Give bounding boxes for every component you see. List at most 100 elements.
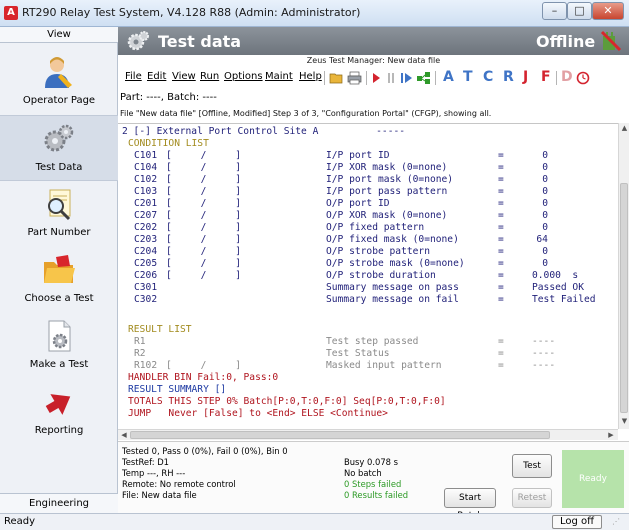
row-description: O/P strobe mask (0=none) <box>326 258 465 269</box>
menu-maint[interactable]: Maint <box>265 71 293 82</box>
menu-view[interactable]: View <box>172 71 196 82</box>
horizontal-scrollbar[interactable]: ◀ ▶ <box>118 429 618 440</box>
row-value: 0.000 s <box>532 270 579 281</box>
print-icon[interactable] <box>347 71 362 85</box>
row-value: ---- <box>532 348 556 359</box>
network-icon[interactable] <box>416 71 431 85</box>
scroll-down-icon[interactable]: ▼ <box>620 417 629 427</box>
clock-icon[interactable] <box>576 71 590 85</box>
step-header-line: 2 [-] External Port Control Site A ----- <box>122 126 406 137</box>
start-batch-button[interactable]: Start Batch <box>444 488 496 521</box>
row-id: C205 <box>134 258 158 269</box>
row-equals: = <box>498 246 504 257</box>
window-titlebar: A RT290 Relay Test System, V4.128 R88 (A… <box>0 0 629 27</box>
sidebar-item-choose-a-test[interactable]: Choose a Test <box>0 247 118 313</box>
step-icon[interactable] <box>400 72 414 84</box>
vertical-scrollbar[interactable]: ▲ ▼ <box>618 123 629 429</box>
row-description: Test Status <box>326 348 390 359</box>
retest-button[interactable]: Retest <box>512 488 552 508</box>
temp-rh: Temp ---, RH --- <box>122 468 186 478</box>
sidebar-item-reporting[interactable]: Reporting <box>0 379 118 445</box>
row-value: ---- <box>532 336 556 347</box>
document-gear-icon <box>48 320 71 352</box>
row-description: Summary message on fail <box>326 294 459 305</box>
sidebar-view-header[interactable]: View <box>0 27 118 43</box>
toolbar-c-button[interactable]: C <box>483 69 493 85</box>
row-description: O/P fixed mask (0=none) <box>326 234 459 245</box>
pause-icon[interactable] <box>386 72 396 84</box>
maximize-button[interactable]: □ <box>567 2 592 20</box>
row-equals: = <box>498 282 504 293</box>
row-id: C101 <box>134 150 158 161</box>
scroll-left-icon[interactable]: ◀ <box>119 430 129 440</box>
row-description: O/P XOR mask (0=none) <box>326 210 448 221</box>
steps-failed: 0 Steps failed <box>344 479 402 489</box>
row-description: O/P fixed pattern <box>326 222 425 233</box>
test-button[interactable]: Test <box>512 454 552 478</box>
window-title: RT290 Relay Test System, V4.128 R88 (Adm… <box>22 6 361 19</box>
log-off-button[interactable]: Log off <box>552 515 602 529</box>
row-equals: = <box>498 294 504 305</box>
app-logo-icon: A <box>4 6 18 20</box>
menu-edit[interactable]: Edit <box>147 71 166 82</box>
row-limits: [ / ] <box>166 174 242 185</box>
menu-file[interactable]: File <box>125 71 142 82</box>
toolbar-a-button[interactable]: A <box>443 69 454 85</box>
row-id: C203 <box>134 234 158 245</box>
row-limits: [ / ] <box>166 360 242 371</box>
scroll-right-icon[interactable]: ▶ <box>606 430 616 440</box>
play-icon[interactable] <box>371 72 381 84</box>
handler-bin-line: HANDLER BIN Fail:0, Pass:0 <box>128 372 279 383</box>
row-equals: = <box>498 258 504 269</box>
toolbar-t-button[interactable]: T <box>463 69 473 85</box>
scroll-up-icon[interactable]: ▲ <box>620 124 629 134</box>
sidebar-engineering-button[interactable]: Engineering <box>0 493 118 513</box>
test-ref: TestRef: D1 <box>122 457 169 467</box>
row-limits: [ / ] <box>166 234 242 245</box>
toolbar-j-button[interactable]: J <box>523 69 528 85</box>
row-equals: = <box>498 234 504 245</box>
resize-grip-icon[interactable]: ⋰ <box>612 517 624 529</box>
menu-help[interactable]: Help <box>299 71 322 82</box>
row-description: Masked input pattern <box>326 360 442 371</box>
sidebar-item-label: Reporting <box>34 425 84 436</box>
row-description: Summary message on pass <box>326 282 459 293</box>
sidebar-item-operator-page[interactable]: Operator Page <box>0 49 118 115</box>
row-id: C206 <box>134 270 158 281</box>
row-value: 0 <box>542 246 548 257</box>
sidebar-item-label: Make a Test <box>29 359 89 370</box>
row-description: I/P port ID <box>326 150 390 161</box>
toolbar-f-button[interactable]: F <box>541 69 551 85</box>
row-value: ---- <box>532 360 556 371</box>
row-limits: [ / ] <box>166 258 242 269</box>
sidebar-item-test-data[interactable]: Test Data <box>0 115 118 181</box>
toolbar-separator <box>324 71 325 85</box>
part-batch-line: Part: ----, Batch: ---- <box>120 92 217 103</box>
row-id: C102 <box>134 174 158 185</box>
toolbar-separator <box>366 71 367 85</box>
connection-status: Offline <box>536 32 596 51</box>
minimize-button[interactable]: – <box>542 2 567 20</box>
menu-options[interactable]: Options <box>224 71 263 82</box>
row-value: 0 <box>542 222 548 233</box>
scroll-thumb[interactable] <box>620 183 628 413</box>
result-list-title: RESULT LIST <box>128 324 192 335</box>
menu-run[interactable]: Run <box>200 71 219 82</box>
row-equals: = <box>498 210 504 221</box>
open-folder-icon[interactable] <box>329 71 344 85</box>
toolbar-separator <box>556 71 557 85</box>
jump-line: JUMP Never [False] to <End> ELSE <Contin… <box>128 408 388 419</box>
test-data-listing[interactable]: 2 [-] External Port Control Site A -----… <box>118 123 618 429</box>
toolbar-d-button[interactable]: D <box>561 69 573 85</box>
close-button[interactable]: ✕ <box>592 2 624 20</box>
window-subtitle: Zeus Test Manager: New data file <box>306 56 441 65</box>
row-value: 0 <box>542 210 548 221</box>
sidebar-item-label: Choose a Test <box>24 293 94 304</box>
scroll-thumb[interactable] <box>130 431 550 439</box>
row-equals: = <box>498 348 504 359</box>
row-limits: [ / ] <box>166 270 242 281</box>
sidebar-item-make-a-test[interactable]: Make a Test <box>0 313 118 379</box>
toolbar-r-button[interactable]: R <box>503 69 514 85</box>
sidebar-item-part-number[interactable]: Part Number <box>0 181 118 247</box>
row-description: O/P port ID <box>326 198 390 209</box>
